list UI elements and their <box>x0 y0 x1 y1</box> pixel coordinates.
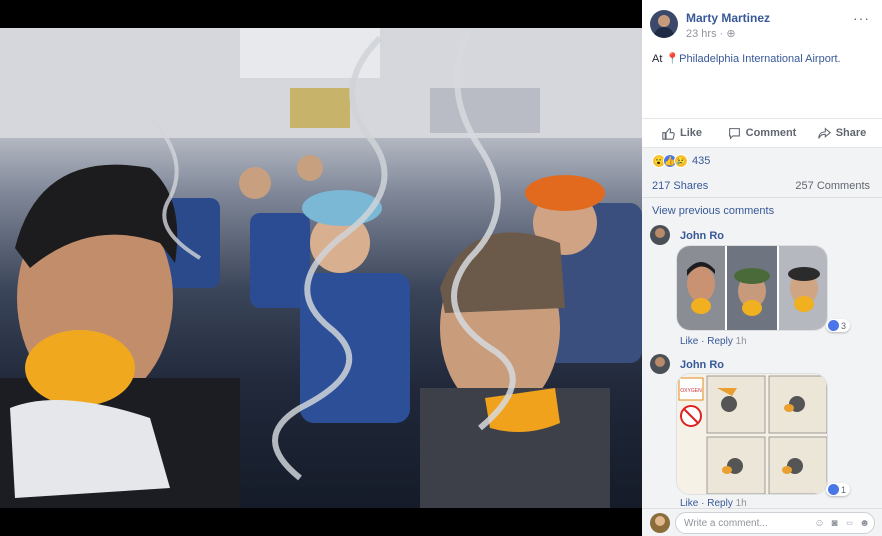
location-line: At 📍Philadelphia International Airport. <box>652 52 841 65</box>
comment-label: Comment <box>745 127 797 139</box>
view-previous-comments-link[interactable]: View previous comments <box>652 205 774 217</box>
sticker-icon[interactable]: ☻ <box>859 518 870 529</box>
comment-reaction-count: 1 <box>841 484 847 495</box>
shares-count[interactable]: 217 Shares <box>652 180 708 192</box>
reactions-summary[interactable]: 😮 👍 😢 435 <box>652 154 710 168</box>
comment-reactions[interactable]: 1 <box>826 483 851 496</box>
share-button[interactable]: Share <box>802 119 882 147</box>
comment-time[interactable]: 1h <box>736 336 747 347</box>
comment-author[interactable]: John Ro <box>680 230 724 242</box>
comment-reaction-count: 3 <box>841 320 847 331</box>
post-photo[interactable] <box>0 28 642 508</box>
location-prefix: At <box>652 53 663 65</box>
like-reaction-icon <box>828 320 839 331</box>
share-label: Share <box>835 127 867 139</box>
comment-reactions[interactable]: 3 <box>826 319 851 332</box>
comment-avatar[interactable] <box>650 225 670 245</box>
like-button[interactable]: Like <box>642 119 722 147</box>
like-label: Like <box>679 127 702 139</box>
comment-author[interactable]: John Ro <box>680 359 724 371</box>
location-pin-icon: 📍 <box>665 53 680 65</box>
collage-image <box>677 246 827 330</box>
comment-avatar[interactable] <box>650 354 670 374</box>
more-options-icon[interactable]: ··· <box>853 10 870 26</box>
emoji-icon[interactable]: ☺ <box>814 518 825 529</box>
thumbs-up-icon <box>662 127 675 140</box>
author-name[interactable]: Marty Martinez <box>686 11 770 25</box>
post-time[interactable]: 23 hrs <box>686 28 717 40</box>
share-icon <box>817 126 831 139</box>
separator: · <box>701 336 705 347</box>
safety-card-image: OXYGEN <box>677 374 827 494</box>
sad-icon: 😢 <box>674 154 688 168</box>
reaction-count: 435 <box>692 155 711 167</box>
comment-icon <box>728 127 740 140</box>
comment-safety-card[interactable]: OXYGEN <box>676 373 828 495</box>
gif-icon[interactable]: ▭ <box>844 518 855 529</box>
location-link[interactable]: Philadelphia International Airport. <box>679 53 840 65</box>
post-side-panel: Marty Martinez 23 hrs · ⊕ ··· At 📍Philad… <box>642 0 882 536</box>
meta-separator: · <box>719 28 724 40</box>
divider <box>642 197 882 198</box>
comment-composer: ☺ ◙ ▭ ☻ <box>642 508 882 536</box>
post-header: Marty Martinez 23 hrs · ⊕ ··· <box>650 8 874 42</box>
comment-actions: Like · Reply 1h <box>680 336 747 347</box>
comment-button[interactable]: Comment <box>722 119 802 147</box>
post-meta: 23 hrs · ⊕ <box>686 27 736 40</box>
cabin-selfie-image <box>0 28 642 508</box>
current-user-avatar <box>650 513 670 533</box>
comments-count[interactable]: 257 Comments <box>795 180 870 192</box>
comment-reply-link[interactable]: Reply <box>707 336 733 347</box>
like-reaction-icon <box>828 484 839 495</box>
author-avatar[interactable] <box>650 10 678 38</box>
comment-photo-collage[interactable] <box>676 245 828 331</box>
photo-viewer <box>0 0 642 536</box>
post-actions-bar: Like Comment Share <box>642 118 882 148</box>
camera-icon[interactable]: ◙ <box>829 518 840 529</box>
globe-icon: ⊕ <box>726 28 736 40</box>
safety-card-label: OXYGEN <box>680 388 702 394</box>
comment-like-link[interactable]: Like <box>680 336 698 347</box>
